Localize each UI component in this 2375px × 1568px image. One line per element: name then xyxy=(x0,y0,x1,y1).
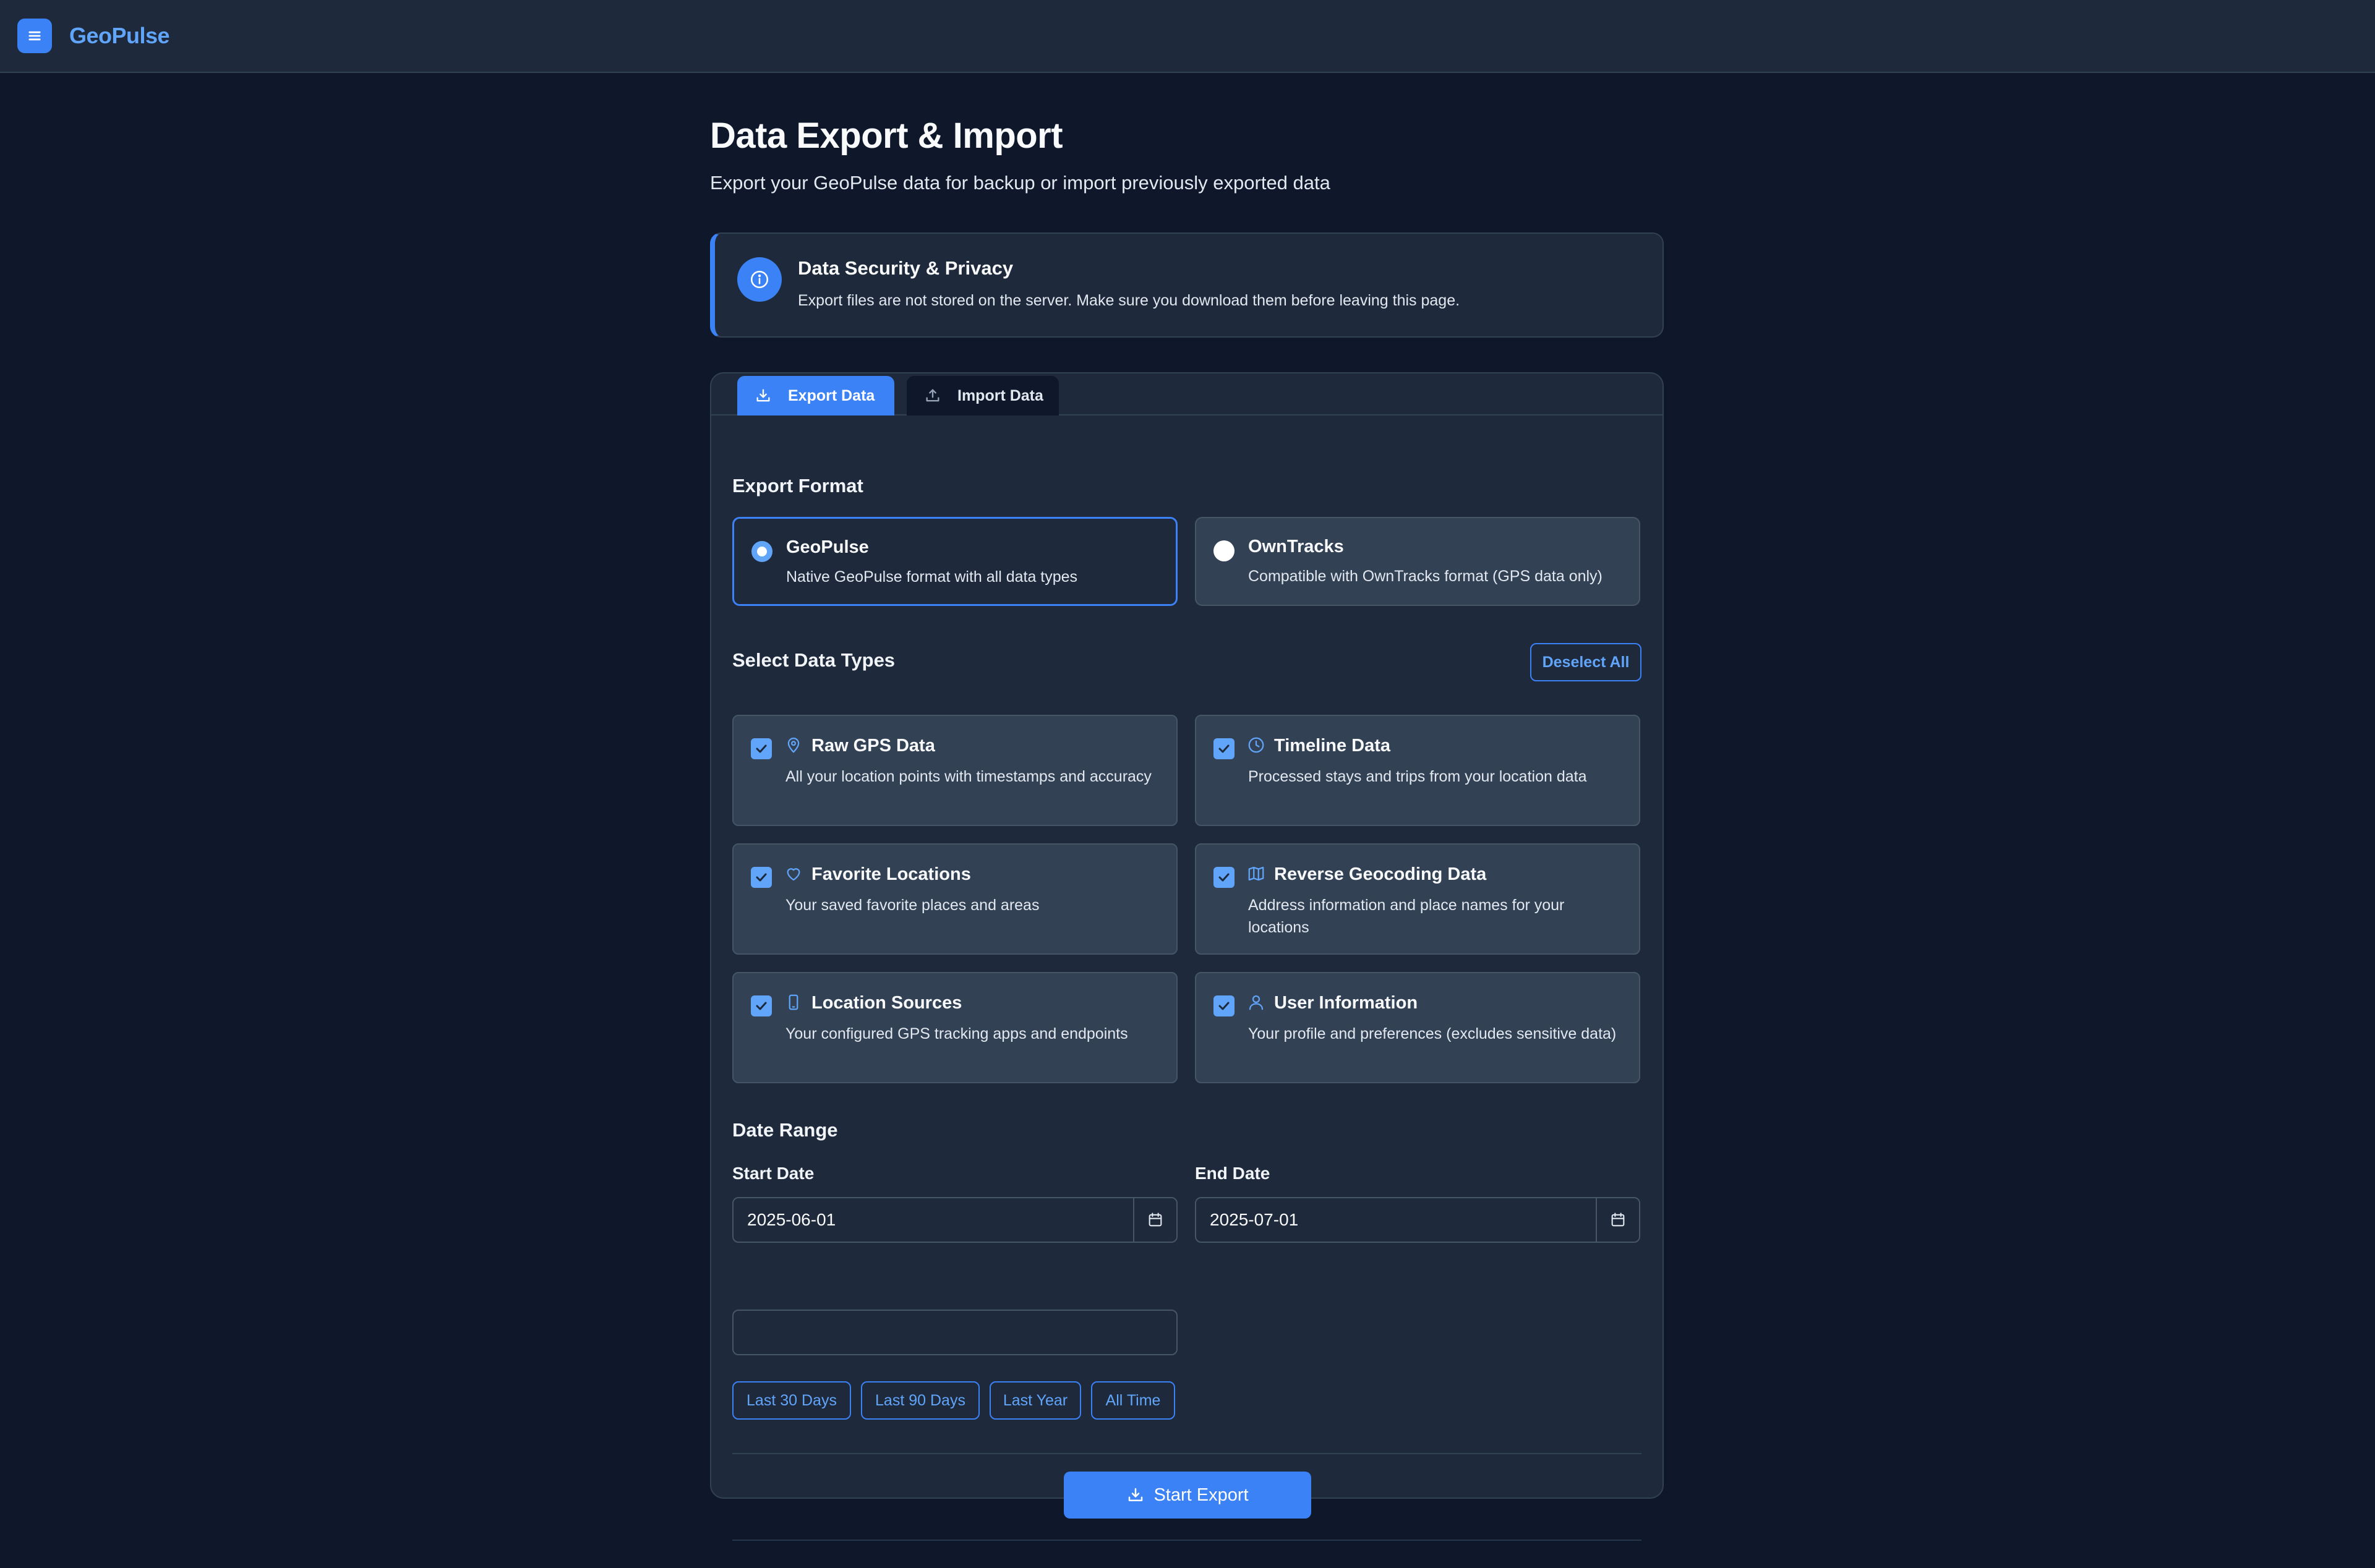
tab-bar: Export Data Import Data xyxy=(711,373,1662,415)
section-divider xyxy=(732,1453,1641,1454)
tab-import-data[interactable]: Import Data xyxy=(907,376,1059,415)
end-date-label: End Date xyxy=(1195,1164,1270,1183)
page-subtitle: Export your GeoPulse data for backup or … xyxy=(710,172,1330,194)
export-format-heading: Export Format xyxy=(732,475,863,496)
data-type-title: Raw GPS Data xyxy=(811,736,935,756)
notice-text: Export files are not stored on the serve… xyxy=(798,292,1460,309)
download-icon xyxy=(1129,1488,1143,1501)
info-icon xyxy=(737,257,782,302)
app-brand[interactable]: GeoPulse xyxy=(69,23,170,49)
data-types-heading: Select Data Types xyxy=(732,649,896,671)
checkbox-favorite-locations[interactable] xyxy=(751,867,772,888)
data-type-description: All your location points with timestamps… xyxy=(785,768,1152,785)
format-description: Compatible with OwnTracks format (GPS da… xyxy=(1248,568,1603,585)
check-icon xyxy=(756,1002,767,1010)
end-date-input[interactable]: 2025-07-01 xyxy=(1196,1198,1596,1242)
data-type-location-sources[interactable]: Location Sources Your configured GPS tra… xyxy=(732,972,1178,1083)
start-export-button[interactable]: Start Export xyxy=(1064,1472,1311,1519)
data-type-raw-gps[interactable]: Raw GPS Data All your location points wi… xyxy=(732,715,1178,826)
menu-button[interactable] xyxy=(17,19,52,53)
mobile-icon xyxy=(789,994,798,1010)
user-icon xyxy=(1249,995,1264,1010)
start-date-field[interactable]: 2025-06-01 xyxy=(732,1197,1178,1243)
radio-geopulse[interactable] xyxy=(751,541,772,562)
quick-range-all-time[interactable]: All Time xyxy=(1091,1381,1175,1420)
format-description: Native GeoPulse format with all data typ… xyxy=(786,568,1078,586)
data-type-description: Processed stays and trips from your loca… xyxy=(1248,768,1587,785)
data-type-description: Your saved favorite places and areas xyxy=(785,897,1040,914)
radio-owntracks[interactable] xyxy=(1213,540,1235,561)
quick-range-last-90-days[interactable]: Last 90 Days xyxy=(861,1381,980,1420)
check-icon xyxy=(756,744,767,753)
tab-label: Import Data xyxy=(957,386,1043,404)
data-type-title: Reverse Geocoding Data xyxy=(1274,864,1487,884)
page-title: Data Export & Import xyxy=(710,116,1063,156)
checkbox-user-information[interactable] xyxy=(1213,995,1235,1016)
end-date-field[interactable]: 2025-07-01 xyxy=(1195,1197,1640,1243)
start-date-input[interactable]: 2025-06-01 xyxy=(734,1198,1133,1242)
data-type-favorite-locations[interactable]: Favorite Locations Your saved favorite p… xyxy=(732,843,1178,955)
deselect-all-button[interactable]: Deselect All xyxy=(1530,643,1641,681)
data-type-timeline[interactable]: Timeline Data Processed stays and trips … xyxy=(1195,715,1640,826)
format-option-geopulse[interactable]: GeoPulse Native GeoPulse format with all… xyxy=(732,517,1178,606)
check-icon xyxy=(1218,744,1230,753)
data-type-title: Timeline Data xyxy=(1274,736,1391,756)
export-import-panel: Export Data Import Data Export Format Ge… xyxy=(710,372,1664,1541)
data-type-description: Address information and place names for … xyxy=(1248,897,1565,936)
data-type-reverse-geocoding[interactable]: Reverse Geocoding Data Address informati… xyxy=(1195,843,1640,955)
top-bar: GeoPulse xyxy=(0,0,2375,73)
security-notice: Data Security & Privacy Export files are… xyxy=(710,232,1664,338)
start-date-label: Start Date xyxy=(732,1164,815,1183)
checkbox-location-sources[interactable] xyxy=(751,995,772,1016)
data-type-title: Favorite Locations xyxy=(811,864,971,884)
format-title: GeoPulse xyxy=(786,537,869,557)
start-export-label: Start Export xyxy=(1153,1485,1249,1505)
panel-footer-divider xyxy=(732,1540,1641,1541)
data-type-description: Your profile and preferences (excludes s… xyxy=(1248,1025,1617,1042)
format-option-owntracks[interactable]: OwnTracks Compatible with OwnTracks form… xyxy=(1195,517,1640,606)
end-date-picker-button[interactable] xyxy=(1596,1198,1639,1242)
calendar-icon xyxy=(1149,1212,1162,1227)
format-title: OwnTracks xyxy=(1248,537,1344,556)
map-icon xyxy=(1248,866,1264,881)
tab-label: Export Data xyxy=(788,386,875,404)
check-icon xyxy=(1218,873,1230,882)
clock-icon xyxy=(1248,737,1264,753)
start-date-picker-button[interactable] xyxy=(1133,1198,1176,1242)
check-icon xyxy=(1218,1002,1230,1010)
download-icon xyxy=(756,389,770,402)
date-range-heading: Date Range xyxy=(732,1119,838,1141)
hamburger-menu-icon xyxy=(28,31,41,41)
tab-export-data[interactable]: Export Data xyxy=(737,376,894,415)
data-type-description: Your configured GPS tracking apps and en… xyxy=(785,1025,1128,1042)
data-type-title: User Information xyxy=(1274,993,1418,1013)
calendar-icon xyxy=(1611,1212,1625,1227)
map-pin-icon xyxy=(787,738,800,753)
check-icon xyxy=(756,873,767,882)
upload-icon xyxy=(926,389,939,402)
main-content: Data Export & Import Export your GeoPuls… xyxy=(710,111,1664,1541)
quick-range-last-30-days[interactable]: Last 30 Days xyxy=(732,1381,851,1420)
heart-icon xyxy=(787,868,800,881)
notice-title: Data Security & Privacy xyxy=(798,257,1014,279)
data-type-title: Location Sources xyxy=(811,993,962,1013)
checkbox-raw-gps[interactable] xyxy=(751,738,772,759)
data-type-user-information[interactable]: User Information Your profile and prefer… xyxy=(1195,972,1640,1083)
checkbox-reverse-geocoding[interactable] xyxy=(1213,867,1235,888)
quick-range-last-year[interactable]: Last Year xyxy=(990,1381,1081,1420)
checkbox-timeline[interactable] xyxy=(1213,738,1235,759)
